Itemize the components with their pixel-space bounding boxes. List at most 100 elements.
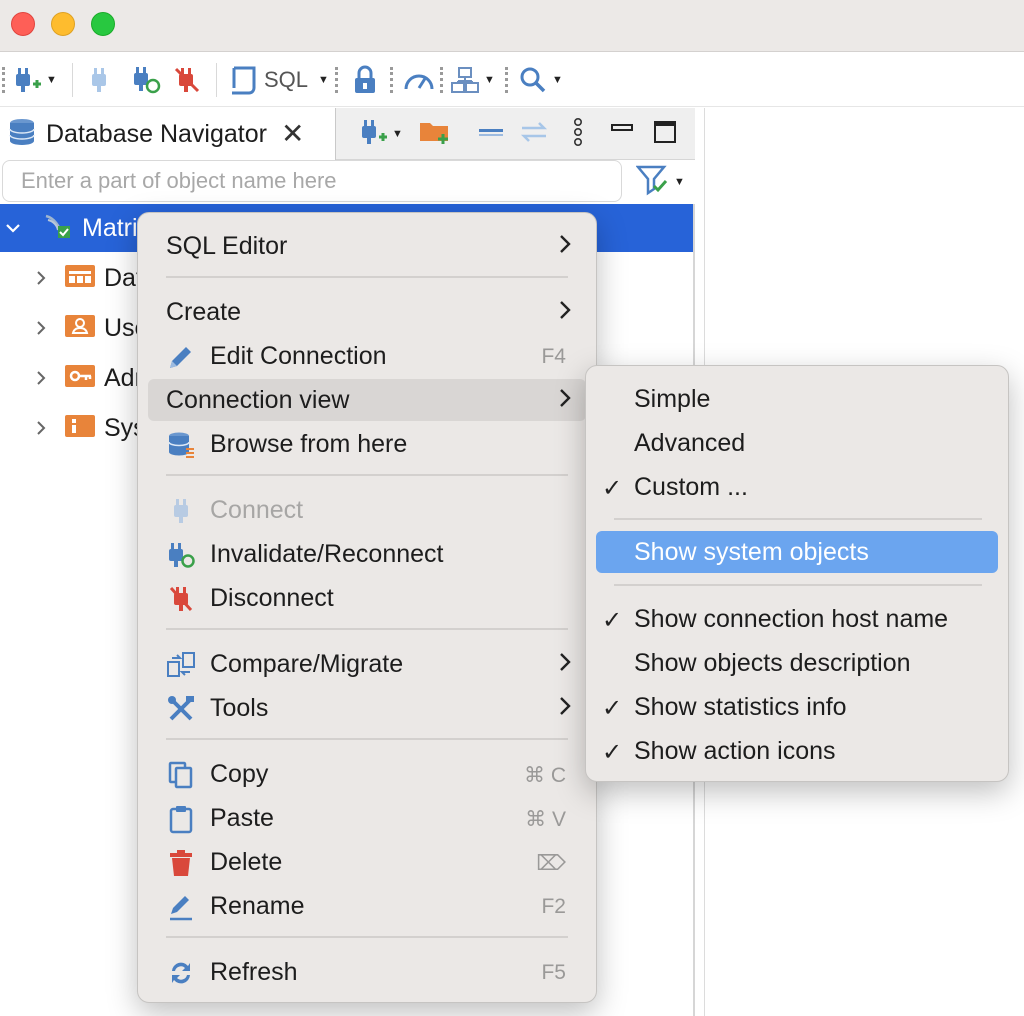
new-folder-button[interactable] <box>418 116 452 152</box>
toolbar-grip[interactable] <box>335 67 338 93</box>
chevron-down-icon[interactable]: ▼ <box>46 74 57 86</box>
menu-item-edit-connection[interactable]: Edit Connection F4 <box>148 335 586 377</box>
menu-separator <box>166 936 568 938</box>
chevron-down-icon[interactable]: ▼ <box>484 74 495 86</box>
new-connection-button[interactable]: ▼ <box>358 116 403 152</box>
menu-item-sql-editor[interactable]: SQL Editor <box>148 225 586 267</box>
menu-item-connect: Connect <box>148 489 586 531</box>
connect-button[interactable] <box>86 61 114 99</box>
databases-folder-icon <box>64 262 96 295</box>
shortcut-label: ⌦ <box>536 852 566 875</box>
navigator-tree-button[interactable]: ▼ <box>450 61 495 99</box>
sync-arrows-icon <box>518 120 550 149</box>
sql-editor-button[interactable]: SQL ▼ <box>228 61 329 99</box>
dashboard-button[interactable] <box>402 61 436 99</box>
menu-separator <box>166 474 568 476</box>
reconnect-button[interactable] <box>130 61 162 99</box>
search-button[interactable]: ▼ <box>518 61 563 99</box>
connect-icon <box>166 496 196 526</box>
filter-settings-button[interactable]: ▼ <box>635 164 685 200</box>
menu-item-compare-migrate[interactable]: Compare/Migrate <box>148 643 586 685</box>
menu-item-show-action-icons[interactable]: ✓ Show action icons <box>596 730 998 772</box>
connection-view-submenu: Simple Advanced ✓ Custom ... Show system… <box>585 365 1009 782</box>
chevron-down-icon[interactable]: ▼ <box>674 176 685 188</box>
chevron-right-icon[interactable] <box>32 419 50 437</box>
menu-separator <box>166 276 568 278</box>
disconnect-icon <box>166 584 196 614</box>
main-toolbar: ▼ SQL ▼ ▼ ▼ <box>0 53 1024 107</box>
menu-item-delete[interactable]: Delete ⌦ <box>148 841 586 883</box>
collapse-all-button[interactable] <box>476 116 506 152</box>
sql-editor-icon <box>228 64 258 96</box>
toolbar-grip[interactable] <box>390 67 393 93</box>
maximize-view-button[interactable] <box>652 116 678 152</box>
zoom-window-button[interactable] <box>91 12 115 36</box>
toolbar-grip[interactable] <box>2 67 5 93</box>
view-menu-button[interactable] <box>568 116 588 152</box>
toolbar-grip[interactable] <box>505 67 508 93</box>
menu-item-refresh[interactable]: Refresh F5 <box>148 951 586 993</box>
menu-item-tools[interactable]: Tools <box>148 687 586 729</box>
close-icon[interactable]: ✕ <box>281 120 304 148</box>
chevron-down-icon[interactable]: ▼ <box>392 128 403 140</box>
reconnect-icon <box>130 64 162 96</box>
disconnect-button[interactable] <box>172 61 202 99</box>
toolbar-grip[interactable] <box>440 67 443 93</box>
menu-item-label: Simple <box>634 385 711 413</box>
menu-item-label: Show system objects <box>634 538 869 566</box>
copy-icon <box>166 760 196 790</box>
new-connection-icon <box>12 65 42 95</box>
check-mark: ✓ <box>602 475 623 502</box>
menu-item-label: Advanced <box>634 429 746 457</box>
menu-item-label: Rename <box>210 892 305 920</box>
menu-separator <box>166 628 568 630</box>
navigator-tab-title: Database Navigator <box>46 119 267 148</box>
new-connection-button[interactable]: ▼ <box>12 61 57 99</box>
menu-item-connection-view[interactable]: Connection view <box>148 379 586 421</box>
chevron-right-icon[interactable] <box>32 319 50 337</box>
menu-item-create[interactable]: Create <box>148 291 586 333</box>
check-mark: ✓ <box>602 695 623 722</box>
menu-item-copy[interactable]: Copy ⌘ C <box>148 753 586 795</box>
database-browse-icon <box>166 430 196 460</box>
maximize-icon <box>652 119 678 150</box>
tab-database-navigator[interactable]: Database Navigator ✕ <box>0 108 336 160</box>
object-name-filter-input[interactable] <box>2 160 622 202</box>
rename-pencil-icon <box>166 892 196 922</box>
menu-item-label: SQL Editor <box>166 232 288 260</box>
chevron-down-icon[interactable]: ▼ <box>318 74 329 86</box>
menu-item-browse-from-here[interactable]: Browse from here <box>148 423 586 465</box>
menu-item-invalidate-reconnect[interactable]: Invalidate/Reconnect <box>148 533 586 575</box>
compare-icon <box>166 650 196 680</box>
menu-item-paste[interactable]: Paste ⌘ V <box>148 797 586 839</box>
minimize-window-button[interactable] <box>51 12 75 36</box>
menu-item-advanced[interactable]: Advanced <box>596 422 998 464</box>
menu-item-show-objects-description[interactable]: Show objects description <box>596 642 998 684</box>
chevron-right-icon[interactable] <box>32 369 50 387</box>
menu-item-label: Refresh <box>210 958 298 986</box>
menu-item-label: Connection view <box>166 386 350 414</box>
menu-item-show-system-objects[interactable]: Show system objects <box>596 531 998 573</box>
menu-item-show-connection-host-name[interactable]: ✓ Show connection host name <box>596 598 998 640</box>
minimize-view-button[interactable] <box>610 116 634 152</box>
chevron-down-icon[interactable]: ▼ <box>552 74 563 86</box>
menu-item-label: Show objects description <box>634 649 911 677</box>
menu-item-label: Copy <box>210 760 269 788</box>
menu-item-label: Paste <box>210 804 274 832</box>
chevron-right-icon <box>558 233 572 261</box>
check-mark: ✓ <box>602 739 623 766</box>
connection-context-menu: SQL Editor Create Edit Connection F4 Con… <box>137 212 597 1003</box>
close-window-button[interactable] <box>11 12 35 36</box>
window-title-bar <box>0 0 1024 52</box>
link-with-editor-button[interactable] <box>518 116 550 152</box>
menu-item-show-statistics-info[interactable]: ✓ Show statistics info <box>596 686 998 728</box>
transaction-mode-button[interactable] <box>350 61 380 99</box>
chevron-down-icon[interactable] <box>4 219 22 237</box>
chevron-right-icon[interactable] <box>32 269 50 287</box>
menu-item-rename[interactable]: Rename F2 <box>148 885 586 927</box>
menu-item-simple[interactable]: Simple <box>596 378 998 420</box>
mysql-connection-icon <box>42 210 74 247</box>
menu-item-custom[interactable]: ✓ Custom ... <box>596 466 998 508</box>
menu-item-disconnect[interactable]: Disconnect <box>148 577 586 619</box>
trash-icon <box>166 848 196 878</box>
